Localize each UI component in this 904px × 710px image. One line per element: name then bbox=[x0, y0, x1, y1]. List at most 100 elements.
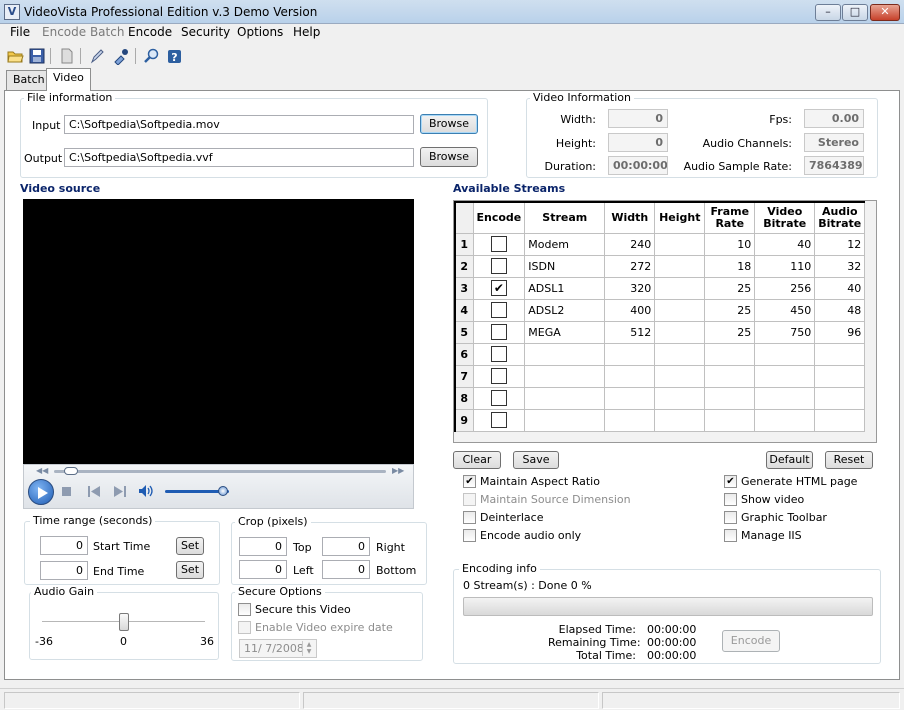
start-time-input[interactable]: 0 bbox=[40, 536, 88, 555]
encode-cell[interactable]: ✔ bbox=[472, 276, 526, 300]
frame-rate-cell[interactable] bbox=[704, 342, 756, 366]
volume-thumb[interactable] bbox=[218, 486, 229, 496]
encode-checkbox[interactable] bbox=[490, 324, 507, 340]
table-row[interactable]: 5 MEGA 512 25 750 96 bbox=[454, 320, 866, 344]
manage-iis-option[interactable]: Manage IIS bbox=[724, 528, 802, 542]
seek-bar[interactable] bbox=[54, 467, 386, 475]
encode-audio-only-option[interactable]: Encode audio only bbox=[463, 528, 581, 542]
video-bitrate-cell[interactable] bbox=[754, 408, 816, 432]
frame-rate-cell[interactable] bbox=[704, 408, 756, 432]
audio-bitrate-cell[interactable]: 32 bbox=[814, 254, 866, 278]
encode-checkbox[interactable] bbox=[490, 346, 507, 362]
width-cell[interactable] bbox=[604, 342, 656, 366]
audio-bitrate-cell[interactable]: 96 bbox=[814, 320, 866, 344]
encode-checkbox[interactable] bbox=[490, 236, 507, 252]
width-cell[interactable]: 320 bbox=[604, 276, 656, 300]
show-video-option[interactable]: Show video bbox=[724, 492, 804, 506]
graphic-toolbar-checkbox[interactable] bbox=[724, 510, 737, 524]
width-cell[interactable]: 400 bbox=[604, 298, 656, 322]
secure-video-checkbox[interactable] bbox=[238, 602, 251, 616]
stream-cell[interactable] bbox=[524, 386, 606, 410]
rewind-icon[interactable]: ◀◀ bbox=[36, 466, 48, 475]
menu-encode[interactable]: Encode bbox=[128, 25, 172, 39]
stream-cell[interactable]: ISDN bbox=[524, 254, 606, 278]
menu-security[interactable]: Security bbox=[181, 25, 230, 39]
encode-checkbox[interactable] bbox=[490, 390, 507, 406]
expire-date-option[interactable]: Enable Video expire date bbox=[238, 620, 393, 634]
output-browse-button[interactable]: Browse bbox=[420, 147, 478, 167]
height-cell[interactable] bbox=[654, 276, 706, 300]
height-cell[interactable] bbox=[654, 298, 706, 322]
default-button[interactable]: Default bbox=[766, 451, 813, 469]
pen-icon[interactable] bbox=[88, 47, 106, 65]
width-cell[interactable] bbox=[604, 408, 656, 432]
menu-help[interactable]: Help bbox=[293, 25, 320, 39]
maintain-source-dimension-checkbox[interactable] bbox=[463, 492, 476, 506]
width-cell[interactable] bbox=[604, 364, 656, 388]
height-cell[interactable] bbox=[654, 386, 706, 410]
crop-top-input[interactable]: 0 bbox=[239, 537, 287, 556]
set-end-time-button[interactable]: Set bbox=[176, 561, 204, 579]
audio-bitrate-cell[interactable] bbox=[814, 342, 866, 366]
seek-thumb[interactable] bbox=[63, 467, 78, 475]
audio-bitrate-cell[interactable]: 48 bbox=[814, 298, 866, 322]
close-button[interactable]: ✕ bbox=[870, 4, 900, 21]
audio-bitrate-cell[interactable] bbox=[814, 408, 866, 432]
generate-html-page-option[interactable]: ✔ Generate HTML page bbox=[724, 474, 857, 488]
encode-cell[interactable] bbox=[472, 408, 526, 432]
width-cell[interactable] bbox=[604, 386, 656, 410]
column-header-frame-rate[interactable]: Frame Rate bbox=[704, 201, 756, 234]
height-cell[interactable] bbox=[654, 232, 706, 256]
audio-gain-slider[interactable] bbox=[42, 613, 205, 631]
expire-date-checkbox[interactable] bbox=[238, 620, 251, 634]
table-row[interactable]: 4 ADSL2 400 25 450 48 bbox=[454, 298, 866, 322]
stream-cell[interactable]: Modem bbox=[524, 232, 606, 256]
maximize-button[interactable]: □ bbox=[842, 4, 868, 21]
volume-icon[interactable] bbox=[138, 484, 154, 498]
end-time-input[interactable]: 0 bbox=[40, 561, 88, 580]
crop-right-input[interactable]: 0 bbox=[322, 537, 370, 556]
height-cell[interactable] bbox=[654, 364, 706, 388]
frame-rate-cell[interactable]: 25 bbox=[704, 276, 756, 300]
manage-iis-checkbox[interactable] bbox=[724, 528, 737, 542]
document-icon[interactable] bbox=[58, 47, 76, 65]
video-bitrate-cell[interactable]: 40 bbox=[754, 232, 816, 256]
save-streams-button[interactable]: Save bbox=[513, 451, 559, 469]
encode-cell[interactable] bbox=[472, 254, 526, 278]
volume-slider[interactable] bbox=[165, 486, 229, 496]
secure-video-option[interactable]: Secure this Video bbox=[238, 602, 351, 616]
encode-cell[interactable] bbox=[472, 364, 526, 388]
video-bitrate-cell[interactable] bbox=[754, 364, 816, 388]
video-bitrate-cell[interactable]: 256 bbox=[754, 276, 816, 300]
height-cell[interactable] bbox=[654, 320, 706, 344]
frame-rate-cell[interactable] bbox=[704, 386, 756, 410]
minimize-button[interactable]: – bbox=[815, 4, 841, 21]
video-bitrate-cell[interactable] bbox=[754, 386, 816, 410]
generate-html-page-checkbox[interactable]: ✔ bbox=[724, 474, 737, 488]
audio-bitrate-cell[interactable]: 40 bbox=[814, 276, 866, 300]
table-row[interactable]: 8 bbox=[454, 386, 866, 410]
stream-cell[interactable] bbox=[524, 408, 606, 432]
crop-left-input[interactable]: 0 bbox=[239, 560, 287, 579]
stream-cell[interactable]: ADSL1 bbox=[524, 276, 606, 300]
menu-file[interactable]: File bbox=[10, 25, 30, 39]
stream-cell[interactable] bbox=[524, 364, 606, 388]
open-icon[interactable] bbox=[6, 47, 24, 65]
stop-icon[interactable] bbox=[62, 487, 71, 496]
maintain-aspect-ratio-option[interactable]: ✔ Maintain Aspect Ratio bbox=[463, 474, 600, 488]
frame-rate-cell[interactable]: 10 bbox=[704, 232, 756, 256]
deinterlace-checkbox[interactable] bbox=[463, 510, 476, 524]
maintain-aspect-ratio-checkbox[interactable]: ✔ bbox=[463, 474, 476, 488]
deinterlace-option[interactable]: Deinterlace bbox=[463, 510, 543, 524]
show-video-checkbox[interactable] bbox=[724, 492, 737, 506]
menu-options[interactable]: Options bbox=[237, 25, 283, 39]
pipette-icon[interactable] bbox=[112, 47, 130, 66]
audio-bitrate-cell[interactable]: 12 bbox=[814, 232, 866, 256]
input-file-field[interactable]: C:\Softpedia\Softpedia.mov bbox=[64, 115, 414, 134]
encode-cell[interactable] bbox=[472, 386, 526, 410]
video-bitrate-cell[interactable]: 750 bbox=[754, 320, 816, 344]
encode-checkbox[interactable] bbox=[490, 258, 507, 274]
height-cell[interactable] bbox=[654, 342, 706, 366]
encode-checkbox[interactable] bbox=[490, 412, 507, 428]
help-icon[interactable]: ? bbox=[166, 47, 184, 65]
